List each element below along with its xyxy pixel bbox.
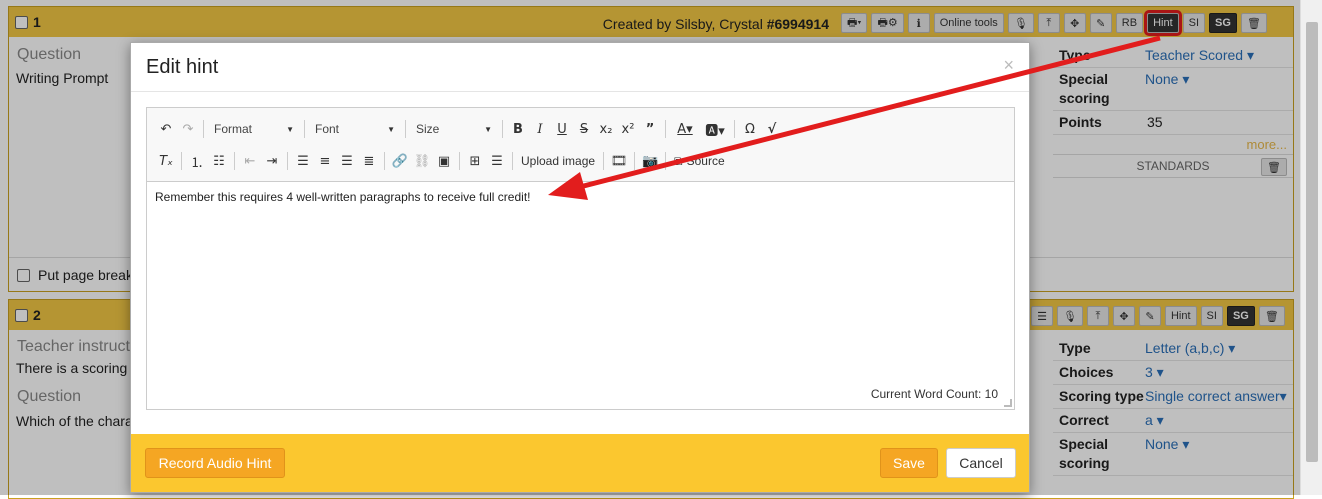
toolbar-separator	[459, 152, 460, 170]
toolbar-separator	[181, 152, 182, 170]
table-icon[interactable]: ⊞	[464, 150, 486, 172]
toolbar-separator	[512, 152, 513, 170]
align-right-icon[interactable]: ☰	[336, 150, 358, 172]
size-dropdown[interactable]: Size ▼	[410, 118, 498, 140]
format-label: Format	[214, 122, 253, 136]
numbered-list-icon[interactable]: ⒈	[186, 150, 208, 172]
toolbar-separator	[405, 120, 406, 138]
font-label: Font	[315, 122, 340, 136]
toolbar-separator	[287, 152, 288, 170]
source-icon: ⧉	[674, 153, 683, 168]
editor-content[interactable]: Remember this requires 4 well-written pa…	[155, 190, 531, 204]
decrease-indent-icon[interactable]: ⇤	[239, 150, 261, 172]
editor-toolbar: ↶ ↷ Format ▼ Font ▼ Size ▼ B I U S x₂ x² ” …	[147, 108, 1014, 182]
align-center-icon[interactable]: ≡	[314, 150, 336, 172]
size-label: Size	[416, 122, 440, 136]
subscript-icon[interactable]: x₂	[595, 118, 617, 140]
image-icon[interactable]: ▣	[433, 150, 455, 172]
save-button[interactable]: Save	[880, 448, 938, 478]
format-chevron-down-icon: ▼	[286, 124, 294, 134]
film-icon[interactable]: 🎞	[608, 150, 630, 172]
modal-footer: Record Audio Hint Save Cancel	[131, 434, 1029, 492]
horizontal-line-icon[interactable]: ☰	[486, 150, 508, 172]
scrollbar-thumb[interactable]	[1306, 22, 1318, 462]
toolbar-separator	[634, 152, 636, 170]
background-color-icon[interactable]: 🅰▾	[700, 118, 730, 140]
math-formula-icon[interactable]: √	[761, 118, 783, 140]
superscript-icon[interactable]: x²	[617, 118, 639, 140]
toolbar-separator	[502, 120, 503, 138]
bulleted-list-icon[interactable]: ☷	[208, 150, 230, 172]
close-icon[interactable]: ×	[1003, 55, 1014, 76]
modal-divider	[131, 91, 1029, 92]
bold-icon[interactable]: B	[507, 118, 529, 140]
resize-handle[interactable]	[1004, 399, 1012, 407]
cancel-button[interactable]: Cancel	[946, 448, 1016, 478]
undo-icon[interactable]: ↶	[155, 118, 177, 140]
increase-indent-icon[interactable]: ⇥	[261, 150, 283, 172]
toolbar-separator	[384, 152, 385, 170]
editor-toolbar-row-1: ↶ ↷ Format ▼ Font ▼ Size ▼ B I U S x₂ x² ” …	[155, 116, 783, 142]
word-count: Current Word Count: 10	[870, 387, 998, 401]
text-color-icon[interactable]: A▾	[670, 118, 700, 140]
upload-image-button[interactable]: Upload image	[517, 154, 599, 168]
unlink-icon[interactable]: ⛓	[411, 150, 433, 172]
toolbar-separator	[234, 152, 235, 170]
font-chevron-down-icon: ▼	[387, 124, 395, 134]
page-scrollbar[interactable]	[1300, 0, 1322, 495]
redo-icon[interactable]: ↷	[177, 118, 199, 140]
editor-toolbar-row-2: Tₓ ⒈ ☷ ⇤ ⇥ ☰ ≡ ☰ ≣ 🔗 ⛓ ▣ ⊞ ☰ Upload imag…	[155, 148, 729, 174]
modal-title: Edit hint	[146, 56, 219, 78]
toolbar-separator	[665, 152, 667, 170]
rich-text-editor: ↶ ↷ Format ▼ Font ▼ Size ▼ B I U S x₂ x² ” …	[146, 107, 1015, 410]
edit-hint-modal: Edit hint × ↶ ↷ Format ▼ Font ▼ Size ▼ B I …	[130, 42, 1030, 493]
link-icon[interactable]: 🔗	[389, 150, 411, 172]
source-button[interactable]: ⧉ Source	[670, 154, 729, 169]
align-justify-icon[interactable]: ≣	[358, 150, 380, 172]
align-left-icon[interactable]: ☰	[292, 150, 314, 172]
source-label: Source	[686, 154, 725, 168]
toolbar-separator	[665, 120, 666, 138]
camera-icon[interactable]: 📷	[639, 150, 661, 172]
underline-icon[interactable]: U	[551, 118, 573, 140]
size-chevron-down-icon: ▼	[484, 124, 492, 134]
format-dropdown[interactable]: Format ▼	[208, 118, 300, 140]
record-audio-hint-button[interactable]: Record Audio Hint	[145, 448, 285, 478]
special-character-icon[interactable]: Ω	[739, 118, 761, 140]
blockquote-icon[interactable]: ”	[639, 118, 661, 140]
remove-format-icon[interactable]: Tₓ	[155, 150, 177, 172]
toolbar-separator	[734, 120, 735, 138]
toolbar-separator	[203, 120, 204, 138]
toolbar-separator	[304, 120, 305, 138]
italic-icon[interactable]: I	[529, 118, 551, 140]
strikethrough-icon[interactable]: S	[573, 118, 595, 140]
font-dropdown[interactable]: Font ▼	[309, 118, 401, 140]
toolbar-separator	[603, 152, 605, 170]
